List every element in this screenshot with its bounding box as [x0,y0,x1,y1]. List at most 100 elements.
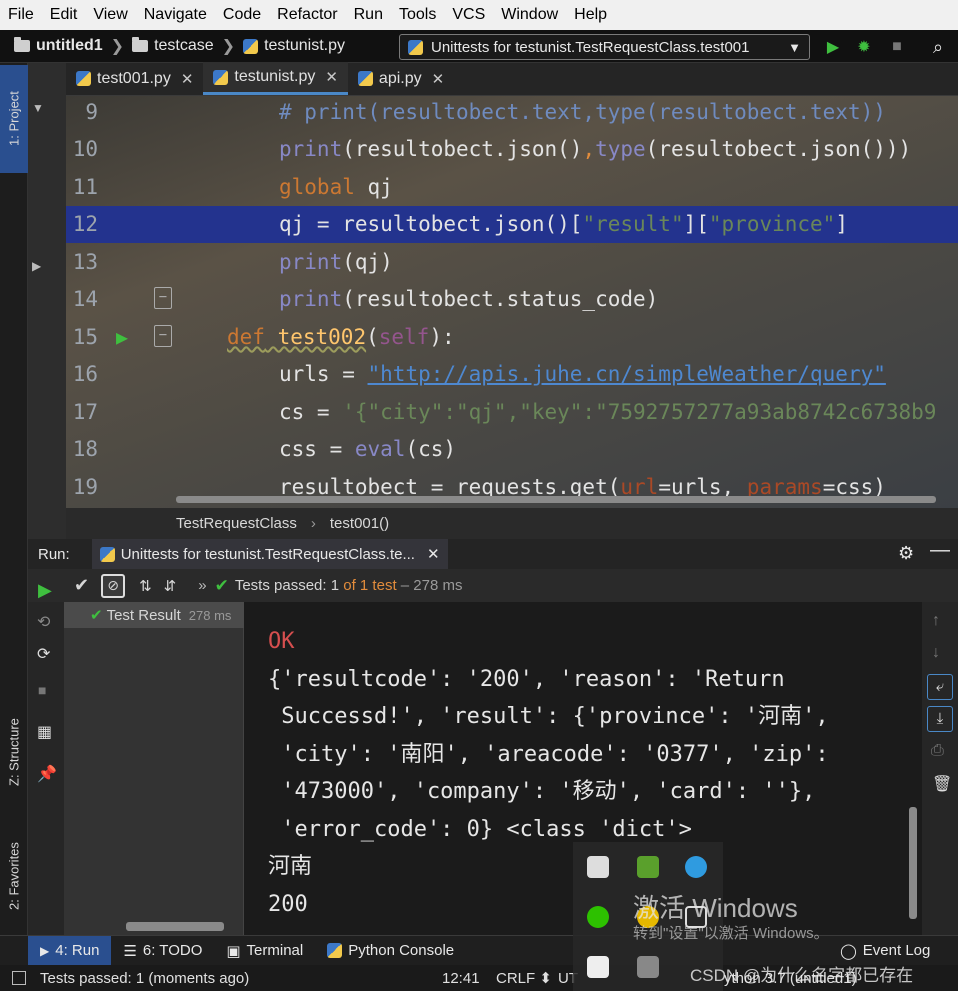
tool-windows-icon[interactable] [12,971,26,985]
menu-edit[interactable]: Edit [42,6,86,24]
close-icon[interactable]: ✕ [427,545,440,563]
tool-tab-structure[interactable]: Z: Structure [0,699,28,805]
vertical-scrollbar[interactable] [909,807,917,919]
dropdown-arrow-icon: ▼ [788,39,801,55]
code-line[interactable]: 9 # print(resultobect.text,type(resultobe… [66,96,958,131]
menu-vcs[interactable]: VCS [444,6,493,24]
expand-arrow-icon[interactable]: ▼ [32,101,44,115]
breadcrumb-class[interactable]: TestRequestClass [176,515,297,532]
code-line[interactable]: 14 − print(resultobect.status_code) [66,281,958,318]
csdn-watermark: CSDN @为什么名字都已存在 [690,966,914,985]
code-line[interactable]: 15 ▶ − def test002(self): [66,319,958,356]
debug-button[interactable]: ✹ [853,36,875,58]
code-line[interactable]: 11 global qj [66,169,958,206]
tab-testunist[interactable]: testunist.py ✕ [203,62,348,95]
tool-tab-python-console[interactable]: Python Console [315,936,466,966]
layout-icon[interactable]: ▦ [37,722,52,742]
arrow-up-icon[interactable]: ↑ [932,612,940,630]
menu-refactor[interactable]: Refactor [269,6,345,24]
stop-icon[interactable]: ■ [38,682,46,698]
menu-run[interactable]: Run [346,6,391,24]
run-button[interactable]: ▶ [822,36,844,58]
fold-icon[interactable]: − [154,287,172,309]
gear-icon[interactable]: ⚙ [898,543,914,564]
editor-breadcrumb: TestRequestClass › test001() [66,508,958,539]
line-number: 19 [72,475,98,499]
run-test-gutter-icon[interactable]: ▶ [116,319,128,356]
line-separator[interactable]: CRLF ⬍ [496,969,552,987]
horizontal-scrollbar[interactable] [126,922,224,931]
tab-label: api.py [378,69,422,87]
pin-icon[interactable]: 📌 [37,764,57,784]
breadcrumb-method[interactable]: test001() [330,515,389,532]
menu-view[interactable]: View [85,6,135,24]
python-file-icon [357,71,373,86]
sort-alphabetically-icon[interactable]: ⇅ [139,577,152,595]
menu-file[interactable]: File [0,6,42,24]
battery-icon[interactable] [587,856,609,878]
code-line[interactable]: 10 print(resultobect.json(),type(resultob… [66,131,958,168]
code-line[interactable]: 13 print(qj) [66,244,958,281]
code-line[interactable]: 16 urls = "http://apis.juhe.cn/simpleWeat… [66,356,958,393]
minimize-icon[interactable]: — [930,539,950,562]
breadcrumb-folder[interactable]: testcase [132,37,214,55]
console-line: Successd!', 'result': {'province': '河南', [268,704,829,729]
close-icon[interactable]: ✕ [181,70,194,88]
event-log-icon: ◯ [840,942,857,960]
search-button[interactable]: ⌕ [927,36,949,58]
breadcrumb-project[interactable]: untitled1 [14,37,103,55]
tab-api[interactable]: api.py ✕ [348,62,454,95]
menu-navigate[interactable]: Navigate [136,6,215,24]
code-line[interactable]: 18 css = eval(cs) [66,431,958,468]
menu-tools[interactable]: Tools [391,6,444,24]
line-number: 16 [72,362,98,386]
more-icon[interactable]: » [198,577,206,594]
menu-window[interactable]: Window [493,6,566,24]
print-icon[interactable]: ⎙ [931,742,944,760]
rerun-failed-icon[interactable]: ⟲ [37,612,50,632]
code-line[interactable]: 17 cs = '{"city":"qj","key":"7592757277a9… [66,394,958,431]
bookmark-icon[interactable] [587,956,609,978]
code-editor[interactable]: 9 # print(resultobect.text,type(resultobe… [66,96,958,508]
project-pane-collapsed[interactable]: ▼ ▶ [28,63,66,539]
chevron-right-icon: › [310,515,316,532]
code-line-current[interactable]: 12 qj = resultobect.json()["result"]["pro… [66,206,958,243]
menu-code[interactable]: Code [215,6,269,24]
nvidia-icon[interactable] [637,856,659,878]
tool-tab-project[interactable]: 1: Project [0,65,28,173]
horizontal-scrollbar[interactable] [176,496,936,503]
chevron-right-icon: ❯ [221,38,236,55]
tool-tab-todo[interactable]: ☰ 6: TODO [111,936,214,966]
show-passed-icon[interactable]: ✔ [74,575,89,596]
folder-icon [14,37,30,52]
scroll-to-end-icon[interactable]: ⤓ [927,706,953,732]
stop-button[interactable]: ■ [886,36,908,58]
tool-tab-favorites[interactable]: 2: Favorites [0,823,28,929]
sync-icon[interactable] [685,856,707,878]
fold-icon[interactable]: − [154,325,172,347]
caret-position[interactable]: 12:41 [442,970,480,987]
close-icon[interactable]: ✕ [432,70,445,88]
tool-tab-label: 4: Run [55,942,100,959]
breadcrumb-file[interactable]: testunist.py [243,37,345,55]
wechat-icon[interactable] [587,906,609,928]
collapse-arrow-icon[interactable]: ▶ [32,259,41,273]
run-tab[interactable]: Unittests for testunist.TestRequestClass… [91,539,448,569]
tool-tab-label: 6: TODO [142,942,203,959]
trash-icon[interactable]: 🗑 [932,774,952,794]
show-ignored-icon[interactable]: ⊘ [101,573,126,598]
menu-help[interactable]: Help [566,6,615,24]
sort-by-duration-icon[interactable]: ⇵ [164,577,177,595]
soft-wrap-icon[interactable]: ⤶ [927,674,953,700]
tool-tab-run[interactable]: ▶ 4: Run [28,935,112,966]
close-icon[interactable]: ✕ [325,68,338,86]
tool-tab-terminal[interactable]: ▣ Terminal [214,936,315,966]
keyboard-icon[interactable] [637,956,659,978]
run-configuration-selector[interactable]: Unittests for testunist.TestRequestClass… [399,34,810,60]
tab-test001[interactable]: test001.py ✕ [66,62,203,95]
test-result-node[interactable]: ✔ Test Result 278 ms [64,602,244,628]
toggle-auto-test-icon[interactable]: ⟳ [37,644,50,664]
rerun-icon[interactable]: ▶ [38,580,52,601]
arrow-down-icon[interactable]: ↓ [932,644,940,662]
run-toolbar: ✔ ⊘ ⇅ ⇵ » ✔ Tests passed: 1 of 1 test – … [28,569,958,602]
